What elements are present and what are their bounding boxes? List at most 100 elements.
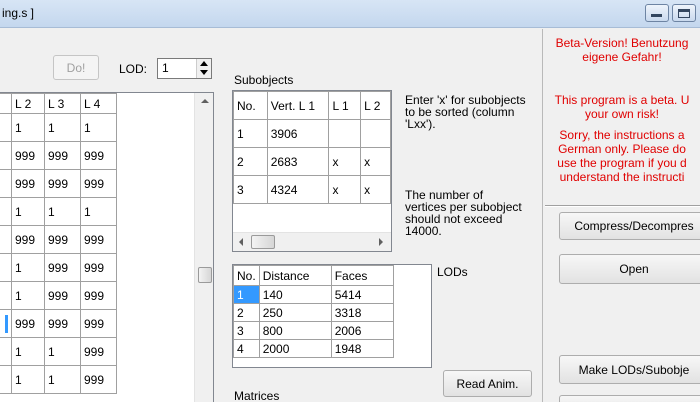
row-header-cell[interactable] <box>0 309 12 338</box>
row-header-cell[interactable] <box>0 365 12 394</box>
table-cell[interactable]: 999 <box>80 337 117 366</box>
row-header-cell[interactable] <box>0 225 12 254</box>
table-row[interactable]: 2 250 3318 <box>233 303 394 322</box>
table-cell[interactable]: 1 <box>80 197 117 226</box>
table-cell[interactable]: 3 <box>233 321 260 340</box>
table-cell[interactable]: 1 <box>11 253 45 282</box>
make-lods-subobjects-button[interactable]: Make LODs/Subobje <box>559 355 700 384</box>
table-cell[interactable]: 999 <box>80 365 117 394</box>
table-cell[interactable]: 999 <box>11 169 45 198</box>
table-cell[interactable]: 3906 <box>266 119 330 148</box>
row-header-cell[interactable] <box>0 281 12 310</box>
table-row[interactable]: 111 <box>0 113 117 142</box>
do-button[interactable]: Do! <box>53 55 99 80</box>
row-header-cell[interactable] <box>0 141 12 170</box>
table-cell[interactable]: 800 <box>258 321 332 340</box>
row-header-cell[interactable] <box>0 337 12 366</box>
table-row[interactable]: 999 999 999 <box>0 225 117 254</box>
lod-spinner[interactable]: 1 <box>157 58 212 79</box>
table-cell[interactable]: 999 <box>44 309 81 338</box>
table-cell[interactable]: 4 <box>233 339 260 358</box>
table-row[interactable]: 3 800 2006 <box>233 321 394 340</box>
scroll-right-icon[interactable] <box>379 238 383 246</box>
table-cell[interactable]: 2006 <box>330 321 394 340</box>
table-row[interactable]: 111 <box>0 197 117 226</box>
table-cell[interactable]: 3 <box>233 175 268 204</box>
row-header-cell[interactable] <box>0 113 12 142</box>
table-cell[interactable]: 999 <box>11 309 45 338</box>
table-cell[interactable]: 999 <box>80 253 117 282</box>
table-row[interactable]: 1 1 999 <box>0 337 117 366</box>
table-cell[interactable]: 999 <box>11 141 45 170</box>
table-cell[interactable]: 250 <box>258 303 332 322</box>
table-cell[interactable]: 1948 <box>330 339 394 358</box>
row-header-cell[interactable] <box>0 197 12 226</box>
scroll-up-icon[interactable] <box>201 99 209 103</box>
table-row[interactable]: 999 999 999 <box>0 309 117 338</box>
table-cell[interactable]: 999 <box>80 225 117 254</box>
main-lod-grid[interactable]: L 2 L 3 L 4 1 1 1 999 999 999 999 999 999 1 1 1 999 9… <box>0 92 214 402</box>
table-cell[interactable] <box>328 119 362 148</box>
table-cell[interactable]: 999 <box>44 253 81 282</box>
read-anim-button[interactable]: Read Anim. <box>443 370 532 397</box>
open-button[interactable]: Open <box>559 254 700 284</box>
table-cell[interactable]: 1 <box>44 197 81 226</box>
table-cell[interactable]: 2 <box>233 303 260 322</box>
main-grid-scrollbar[interactable] <box>194 93 213 402</box>
table-cell[interactable]: x <box>360 147 391 176</box>
spin-down-icon[interactable] <box>200 70 208 75</box>
subobjects-grid[interactable]: No. Vert. L 1 L 1 L 2 1 3906 2 2683 x x 3 4324 x… <box>232 90 392 252</box>
table-cell[interactable]: 1 <box>11 197 45 226</box>
table-cell[interactable]: 2000 <box>258 339 332 358</box>
table-cell[interactable]: 1 <box>11 281 45 310</box>
table-cell[interactable]: 1 <box>11 113 45 142</box>
table-cell[interactable]: 4324 <box>266 175 330 204</box>
table-cell[interactable]: 999 <box>44 169 81 198</box>
hscroll-thumb[interactable] <box>251 235 275 249</box>
table-cell[interactable] <box>360 119 391 148</box>
table-row[interactable]: 4 2000 1948 <box>233 339 394 358</box>
table-cell[interactable]: 999 <box>80 169 117 198</box>
row-header-cell[interactable] <box>0 253 12 282</box>
table-row[interactable]: 1 999 999 <box>0 253 117 282</box>
table-cell[interactable]: 1 <box>233 285 260 304</box>
table-row[interactable]: 1 999 999 <box>0 281 117 310</box>
table-cell[interactable]: 3318 <box>330 303 394 322</box>
spin-up-icon[interactable] <box>200 61 208 66</box>
minimize-button[interactable] <box>645 4 669 22</box>
table-cell[interactable]: 1 <box>80 113 117 142</box>
compress-decompress-button[interactable]: Compress/Decompres <box>559 212 700 240</box>
row-header-cell[interactable] <box>0 169 12 198</box>
table-row[interactable]: 3 4324 x x <box>233 175 391 204</box>
table-cell[interactable]: 999 <box>44 281 81 310</box>
table-cell[interactable]: 999 <box>44 141 81 170</box>
subobjects-hscrollbar[interactable] <box>233 232 391 251</box>
spinner-buttons[interactable] <box>196 59 211 78</box>
table-cell[interactable]: 999 <box>80 141 117 170</box>
table-cell[interactable]: 999 <box>80 309 117 338</box>
table-cell[interactable]: 2 <box>233 147 268 176</box>
bottom-button[interactable] <box>559 395 700 402</box>
restore-button[interactable] <box>672 4 696 22</box>
table-cell[interactable]: 1 <box>44 365 81 394</box>
table-cell[interactable]: x <box>328 175 362 204</box>
table-row[interactable]: 1 1 999 <box>0 365 117 394</box>
table-row[interactable]: 999 999 999 <box>0 141 117 170</box>
table-cell[interactable]: 1 <box>44 113 81 142</box>
table-cell[interactable]: x <box>328 147 362 176</box>
table-cell[interactable]: 5414 <box>330 285 394 304</box>
scroll-thumb[interactable] <box>198 267 212 283</box>
table-cell[interactable]: 2683 <box>266 147 330 176</box>
table-cell[interactable]: 1 <box>11 337 45 366</box>
table-row[interactable]: 1 3906 <box>233 119 391 148</box>
table-cell[interactable]: 999 <box>80 281 117 310</box>
table-row[interactable]: 999 999 999 <box>0 169 117 198</box>
lods-grid[interactable]: No. Distance Faces 1 140 5414 2 250 3318 3 800 2… <box>232 264 432 368</box>
table-row[interactable]: 2 2683 x x <box>233 147 391 176</box>
table-cell[interactable]: 140 <box>258 285 332 304</box>
table-cell[interactable]: 1 <box>233 119 268 148</box>
scroll-left-icon[interactable] <box>239 238 243 246</box>
table-cell[interactable]: 1 <box>11 365 45 394</box>
table-row[interactable]: 1 140 5414 <box>233 285 394 304</box>
table-cell[interactable]: 1 <box>44 337 81 366</box>
